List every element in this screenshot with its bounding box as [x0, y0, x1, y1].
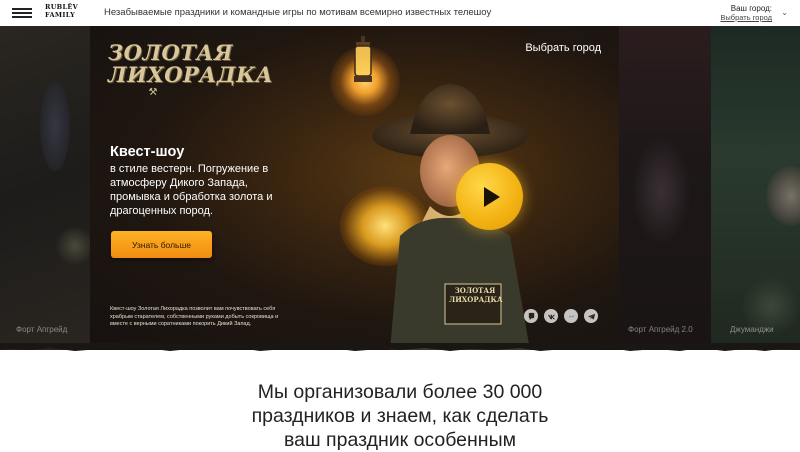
quest-title: Квест-шоу	[110, 144, 185, 160]
header-tagline: Незабываемые праздники и командные игры …	[104, 7, 492, 18]
game-logo-line-2: ЛИХОРАДКА	[108, 62, 274, 87]
city-selector[interactable]: Ваш город: Выбрать город	[720, 4, 772, 22]
site-header: RUBLËV FAMILY Незабываемые праздники и к…	[0, 0, 800, 26]
messenger-icon[interactable]	[564, 309, 578, 323]
slide-next[interactable]: Форт Апгрейд 2.0	[619, 26, 711, 350]
slide-next-caption: Форт Апгрейд 2.0	[628, 325, 693, 334]
share-buttons	[524, 309, 598, 323]
viber-icon[interactable]	[524, 309, 538, 323]
quest-small-description: Квест-шоу Золотая Лихорадка позволит вам…	[110, 306, 279, 327]
logo-line-2: FAMILY	[45, 11, 76, 19]
city-select-link[interactable]: Выбрать город	[720, 13, 772, 22]
game-logo: ЗОЛОТАЯ ЛИХОРАДКА ⚒	[108, 40, 274, 99]
vk-icon[interactable]	[544, 309, 558, 323]
site-logo[interactable]: RUBLËV FAMILY	[45, 3, 79, 23]
stats-section: Мы организовали более 30 000 праздников …	[0, 380, 800, 452]
hero-slider: Форт Апгрейд ЗОЛОТАЯ ЛИХОРАДКА ЗОЛОТАЯ Л…	[0, 26, 800, 350]
slide-next-2-caption: Джуманджи	[730, 325, 774, 334]
chevron-down-icon[interactable]: ⌄	[781, 8, 788, 17]
slide-prev[interactable]: Форт Апгрейд	[0, 26, 95, 350]
slide-prev-caption: Форт Апгрейд	[16, 325, 68, 334]
play-video-button[interactable]	[456, 163, 523, 230]
pickaxes-icon: ⚒	[148, 87, 158, 98]
telegram-icon[interactable]	[584, 309, 598, 323]
torn-edge-divider	[0, 343, 800, 351]
shirt-badge-text: ЗОЛОТАЯ ЛИХОРАДКА	[449, 286, 503, 304]
menu-burger-icon[interactable]	[12, 8, 32, 18]
choose-city-link[interactable]: Выбрать город	[525, 42, 601, 54]
game-logo-line-1: ЗОЛОТАЯ	[108, 40, 234, 65]
slide-active: ЗОЛОТАЯ ЛИХОРАДКА ЗОЛОТАЯ ЛИХОРАДКА ⚒ Вы…	[90, 26, 619, 350]
learn-more-button[interactable]: Узнать больше	[111, 231, 212, 258]
stats-heading: Мы организовали более 30 000 праздников …	[251, 381, 549, 451]
play-icon	[483, 186, 500, 207]
city-label: Ваш город:	[730, 4, 772, 13]
quest-description: в стиле вестерн. Погружение в атмосферу …	[110, 163, 273, 217]
logo-line-1: RUBLËV	[45, 3, 78, 11]
slide-next-2[interactable]: Джуманджи	[711, 26, 800, 350]
